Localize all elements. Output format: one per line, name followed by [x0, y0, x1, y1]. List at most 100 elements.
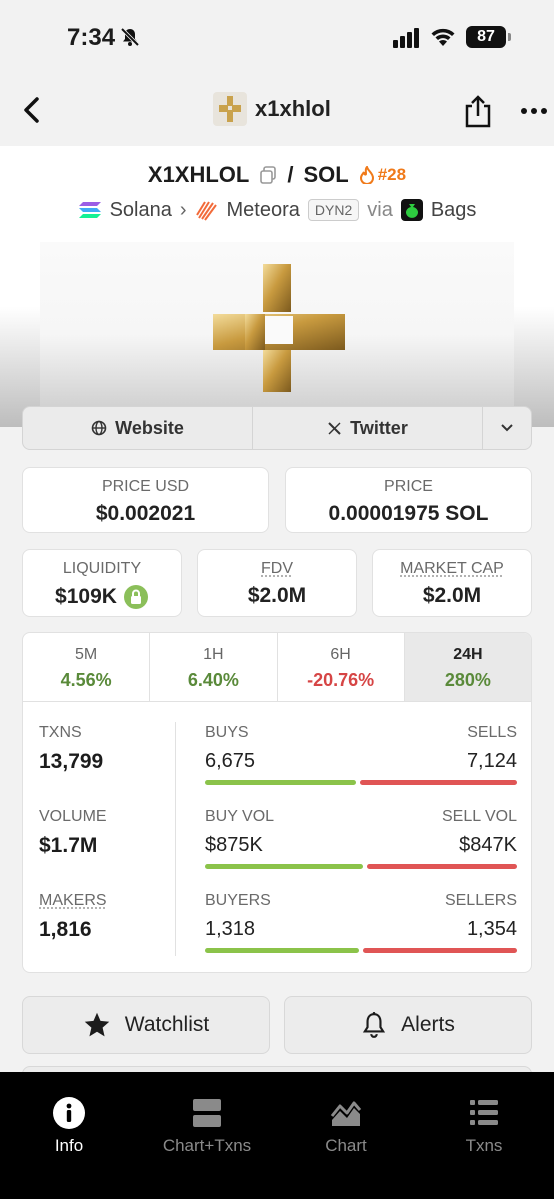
- alerts-label: Alerts: [401, 1013, 455, 1036]
- launchpad-name[interactable]: Bags: [431, 199, 477, 222]
- volume-value: $1.7M: [39, 834, 98, 857]
- nav-title-group: x1xhlol: [213, 92, 331, 126]
- star-icon: [84, 1012, 110, 1037]
- globe-icon: [91, 420, 107, 436]
- buyers-bar: [205, 948, 359, 953]
- base-symbol: X1XHLOL: [147, 162, 250, 187]
- sellers-label: SELLERS: [444, 892, 517, 909]
- rank-value: #28: [377, 165, 407, 184]
- buys-value: 6,675: [205, 750, 256, 772]
- makers-stat: MAKERS 1,816: [39, 892, 107, 942]
- liquidity-value-row: $109K: [23, 584, 181, 610]
- price-native-label: PRICE: [384, 478, 433, 495]
- info-icon: [53, 1097, 85, 1129]
- battery-level: 87: [477, 28, 495, 45]
- makers-label[interactable]: MAKERS: [39, 892, 107, 910]
- buys-label: BUYS: [205, 724, 249, 741]
- website-button[interactable]: Website: [23, 407, 253, 449]
- tab-info-label: Info: [54, 1136, 84, 1155]
- token-banner: [0, 242, 554, 427]
- tab-chart-txns-label: Chart+Txns: [162, 1136, 252, 1155]
- list-icon: [470, 1100, 498, 1125]
- volume-stat: VOLUME $1.7M: [39, 808, 107, 858]
- token-banner-logo-icon: [213, 264, 345, 392]
- sell-vol-bar: [367, 864, 517, 869]
- bags-logo-icon: [400, 199, 423, 221]
- watchlist-button[interactable]: Watchlist: [22, 996, 270, 1054]
- status-bar: 7:34 87: [0, 0, 554, 76]
- cellular-signal-icon: [393, 28, 419, 48]
- tab-5m-label: 5M: [75, 646, 98, 663]
- tab-txns-label: Txns: [465, 1136, 503, 1155]
- tab-5m-change: 4.56%: [60, 670, 112, 690]
- trending-rank[interactable]: #28: [359, 165, 406, 185]
- price-usd-card: PRICE USD $0.002021: [22, 467, 269, 533]
- back-arrow-icon[interactable]: [18, 94, 46, 126]
- twitter-label: Twitter: [350, 417, 408, 438]
- buy-sell-volume-ratio: BUY VOL SELL VOL $875K $847K: [205, 808, 517, 869]
- pair-title: X1XHLOL / SOL #28: [0, 162, 554, 188]
- chevron-right-icon: ›: [179, 198, 187, 221]
- sellers-bar: [362, 948, 517, 953]
- tab-1h-change: 6.40%: [187, 670, 239, 690]
- buy-vol-value: $875K: [205, 834, 263, 856]
- wifi-icon: [431, 28, 455, 46]
- watchlist-label: Watchlist: [124, 1013, 210, 1036]
- panel-divider: [175, 722, 176, 956]
- buy-vol-label: BUY VOL: [205, 808, 275, 825]
- flame-icon: [359, 166, 374, 184]
- market-cap-label[interactable]: MARKET CAP: [373, 560, 531, 578]
- via-label: via: [367, 198, 393, 221]
- fdv-card: FDV $2.0M: [197, 549, 357, 617]
- pair-header: X1XHLOL / SOL #28 Solana › Meteora DYN2 …: [0, 146, 554, 242]
- social-links: Website Twitter: [22, 406, 532, 450]
- quote-symbol: SOL: [303, 162, 349, 187]
- tab-24h[interactable]: 24H 280%: [404, 633, 531, 701]
- more-options-icon[interactable]: [520, 106, 548, 116]
- tab-1h-label: 1H: [203, 646, 224, 663]
- liquidity-value: $109K: [55, 585, 117, 608]
- chain-name[interactable]: Solana: [110, 199, 172, 222]
- tab-5m[interactable]: 5M 4.56%: [23, 633, 151, 701]
- liquidity-label: LIQUIDITY: [62, 560, 142, 577]
- meteora-logo-icon: [195, 201, 217, 221]
- transactions-panel: TXNS 13,799 VOLUME $1.7M MAKERS 1,816 BU…: [22, 701, 532, 973]
- token-logo-icon: [213, 92, 247, 126]
- lock-icon[interactable]: [123, 584, 149, 610]
- liquidity-card: LIQUIDITY $109K: [22, 549, 182, 617]
- price-usd-value: $0.002021: [95, 502, 196, 525]
- tab-24h-label: 24H: [453, 646, 483, 663]
- txns-stat: TXNS 13,799: [39, 724, 103, 774]
- website-label: Website: [115, 417, 184, 438]
- tab-1h[interactable]: 1H 6.40%: [150, 633, 278, 701]
- tab-chart-label: Chart: [325, 1136, 367, 1155]
- tab-6h-change: -20.76%: [307, 670, 375, 690]
- sells-label: SELLS: [467, 724, 517, 741]
- dex-version-badge: DYN2: [307, 199, 360, 221]
- txns-label: TXNS: [39, 724, 82, 741]
- market-cap-card: MARKET CAP $2.0M: [372, 549, 532, 617]
- bottom-tab-bar: Info Chart+Txns Chart Txns: [0, 1072, 554, 1199]
- battery-indicator: 87: [466, 26, 511, 48]
- dex-name[interactable]: Meteora: [227, 199, 300, 222]
- split-view-icon: [193, 1099, 221, 1127]
- page-title: x1xhlol: [255, 96, 331, 121]
- buyers-sellers-ratio: BUYERS SELLERS 1,318 1,354: [205, 892, 517, 953]
- copy-icon[interactable]: [259, 166, 277, 184]
- market-cap-value: $2.0M: [422, 584, 482, 607]
- tab-24h-change: 280%: [444, 670, 491, 690]
- twitter-button[interactable]: Twitter: [253, 407, 483, 449]
- fdv-value: $2.0M: [247, 584, 307, 607]
- solana-logo-icon: [78, 202, 101, 218]
- tab-6h-label: 6H: [330, 646, 351, 663]
- alerts-button[interactable]: Alerts: [284, 996, 532, 1054]
- sells-bar: [360, 780, 517, 785]
- bell-icon: [363, 1012, 386, 1038]
- fdv-label[interactable]: FDV: [198, 560, 356, 578]
- more-links-button[interactable]: [483, 407, 531, 449]
- tab-6h[interactable]: 6H -20.76%: [278, 633, 405, 701]
- sellers-value: 1,354: [466, 918, 517, 940]
- price-native-value: 0.00001975 SOL: [328, 502, 489, 525]
- share-icon[interactable]: [463, 94, 493, 128]
- pair-route: Solana › Meteora DYN2 via Bags: [0, 198, 554, 222]
